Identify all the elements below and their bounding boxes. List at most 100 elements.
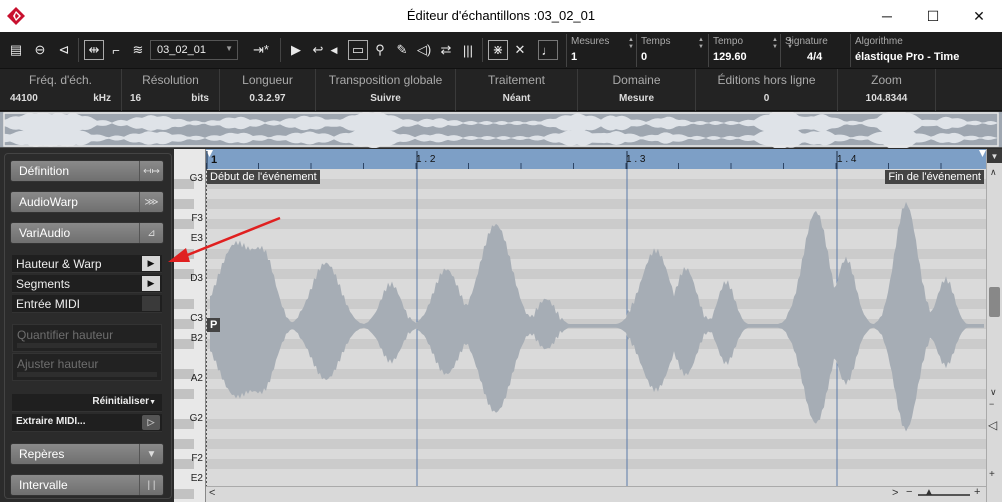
show-info-icon[interactable]: ▤ xyxy=(6,40,26,60)
extract-midi-row[interactable]: Extraire MIDI... ▷ xyxy=(12,414,162,432)
range-label: Intervalle xyxy=(19,478,68,492)
straighten-pitch-bar xyxy=(17,372,157,377)
minimize-button[interactable]: ─ xyxy=(864,0,910,32)
variaudio-label: VariAudio xyxy=(19,226,71,240)
draw-tool-icon[interactable]: ✎ xyxy=(392,40,412,60)
straighten-pitch-slider[interactable]: Ajuster hauteur xyxy=(12,353,162,381)
waveform-editor[interactable]: Début de l'événement Fin de l'événement … xyxy=(206,169,986,486)
jump-play-icon[interactable]: ⇥* xyxy=(248,40,274,60)
reset-label: Réinitialiser xyxy=(92,396,150,407)
zoom-tool-icon[interactable]: ⚲ xyxy=(370,40,390,60)
spin-arrows-icon[interactable]: ▲ ▼ xyxy=(698,37,704,51)
info-offline-edits[interactable]: Éditions hors ligne 0 xyxy=(696,69,838,111)
audiowarp-section-button[interactable]: AudioWarp ⋙ xyxy=(10,191,164,213)
snap-icon[interactable]: ⋇ xyxy=(488,40,508,60)
algorithm-value: élastique Pro - Time xyxy=(855,51,960,63)
speaker-icon[interactable]: ⊲ xyxy=(54,40,74,60)
ruler-mark: 1 . 2 xyxy=(416,154,436,165)
audiowarp-icon: ⋙ xyxy=(139,192,163,212)
info-resolution[interactable]: Résolution 16 bits xyxy=(122,69,220,111)
track-name-selector[interactable]: 03_02_01 ▼ xyxy=(150,40,238,60)
marker-triangle-icon[interactable]: ◀ xyxy=(328,40,340,60)
midi-input-row[interactable]: Entrée MIDI xyxy=(12,295,162,313)
zoom-label: Zoom xyxy=(871,73,902,87)
ruler-mark: 1 xyxy=(211,154,218,166)
info-sample-rate[interactable]: Fréq. d'éch. 44100 kHz xyxy=(0,69,122,111)
zoom-thumb-icon[interactable]: ▲ xyxy=(924,487,934,498)
crossfade-icon[interactable]: ✕ xyxy=(510,40,530,60)
extract-play-icon[interactable]: ▷ xyxy=(142,415,160,430)
zoom-slider[interactable]: − ▲ + xyxy=(906,486,986,500)
snap-range-icon[interactable]: ⇹ xyxy=(84,40,104,60)
info-zoom[interactable]: Zoom 104.8344 xyxy=(838,69,936,111)
beats-field[interactable]: Temps 0 ▲ ▼ xyxy=(636,34,706,67)
definition-section-button[interactable]: Définition ↤↦ xyxy=(10,160,164,182)
ruler-mark: 1 . 3 xyxy=(626,154,646,165)
black-key xyxy=(174,299,194,309)
key-label: G3 xyxy=(189,173,203,184)
algorithm-field[interactable]: Algorithme élastique Pro - Time xyxy=(850,34,996,67)
vertical-zoom-thumb-icon[interactable]: ◁ xyxy=(988,418,997,432)
select-tool-icon[interactable]: ▭ xyxy=(348,40,368,60)
info-processing[interactable]: Traitement Néant xyxy=(456,69,578,111)
reset-menu[interactable]: Réinitialiser▼ xyxy=(12,394,162,412)
segments-row[interactable]: Segments ▶ xyxy=(12,275,162,293)
pitch-lane xyxy=(206,219,986,229)
note-icon[interactable]: ♩ xyxy=(538,40,558,60)
panel-menu-icon[interactable]: ▼ xyxy=(987,149,1002,163)
grid-icon[interactable]: ||| xyxy=(458,40,478,60)
time-ruler[interactable]: 1 1 . 2 1 . 3 1 . 4 xyxy=(205,149,986,169)
marker-icon[interactable]: ⌐ xyxy=(106,40,126,60)
end-triangle-icon xyxy=(979,150,986,157)
inspector-panel: Définition ↤↦ AudioWarp ⋙ VariAudio ⊿ Ha… xyxy=(0,149,174,502)
horizontal-scrollbar[interactable]: < > − ▲ + xyxy=(206,486,986,502)
scroll-right-icon[interactable]: > xyxy=(892,487,898,499)
signature-field[interactable]: Signature 4/4 ▲ ▼ xyxy=(780,34,848,67)
zoom-in-icon[interactable]: + xyxy=(974,486,980,498)
midi-input-toggle[interactable] xyxy=(142,296,160,311)
spin-arrows-icon[interactable]: ▲ ▼ xyxy=(772,37,778,51)
play-arrow-icon[interactable]: ▶ xyxy=(142,256,160,271)
zoom-out-icon[interactable]: − xyxy=(906,486,912,498)
zoom-value: 104.8344 xyxy=(865,93,908,104)
quantize-pitch-slider[interactable]: Quantifier hauteur xyxy=(12,324,162,352)
spin-arrows-icon[interactable]: ▲ ▼ xyxy=(787,37,793,51)
pitch-lane xyxy=(206,189,986,199)
maximize-button[interactable]: ☐ xyxy=(910,0,956,32)
play-icon[interactable]: ▶ xyxy=(286,40,306,60)
zoom-out-icon[interactable]: − xyxy=(989,399,994,409)
pitch-lane xyxy=(206,179,986,189)
event-start-label: Début de l'événement xyxy=(207,170,320,184)
vertical-scroll-thumb[interactable] xyxy=(989,287,1000,317)
variaudio-section-button[interactable]: VariAudio ⊿ xyxy=(10,222,164,244)
zoom-in-icon[interactable]: + xyxy=(989,469,995,480)
timewarp-icon[interactable]: ⇄ xyxy=(436,40,456,60)
ruler-graphics xyxy=(205,150,986,169)
scroll-down-icon[interactable]: ∨ xyxy=(990,387,997,398)
scroll-up-icon[interactable]: ∧ xyxy=(990,167,997,178)
pitch-lane xyxy=(206,409,986,419)
bars-value: 1 xyxy=(571,51,578,63)
domain-value: Mesure xyxy=(618,93,654,104)
spin-arrows-icon[interactable]: ▲ ▼ xyxy=(628,37,634,51)
overview-bar[interactable] xyxy=(0,109,1002,150)
info-domain[interactable]: Domaine Mesure xyxy=(578,69,696,111)
vertical-scrollbar[interactable]: ▼ ∧ ∨ − ◁ + xyxy=(986,149,1002,502)
solo-icon[interactable]: ⊖ xyxy=(30,40,50,60)
play-arrow-icon[interactable]: ▶ xyxy=(142,276,160,291)
info-line: Fréq. d'éch. 44100 kHz Résolution 16 bit… xyxy=(0,69,1002,111)
info-length[interactable]: Longueur 0.3.2.97 xyxy=(220,69,316,111)
info-global-transpose[interactable]: Transposition globale Suivre xyxy=(316,69,456,111)
speaker-tool-icon[interactable]: ◁) xyxy=(414,40,434,60)
stack-icon[interactable]: ≋ xyxy=(128,40,148,60)
audiowarp-label: AudioWarp xyxy=(19,195,78,209)
range-section-button[interactable]: Intervalle | | xyxy=(10,474,164,496)
markers-section-button[interactable]: Repères ▼ xyxy=(10,443,164,465)
p-marker[interactable]: P xyxy=(207,318,221,332)
bars-field[interactable]: Mesures 1 ▲ ▼ xyxy=(566,34,636,67)
scroll-left-icon[interactable]: < xyxy=(209,487,215,499)
close-button[interactable]: ✕ xyxy=(956,0,1002,32)
loop-icon[interactable]: ↩ xyxy=(308,40,328,60)
pitch-warp-row[interactable]: Hauteur & Warp ▶ xyxy=(12,255,162,273)
tempo-field[interactable]: Tempo 129.60 ▲ ▼ xyxy=(708,34,780,67)
